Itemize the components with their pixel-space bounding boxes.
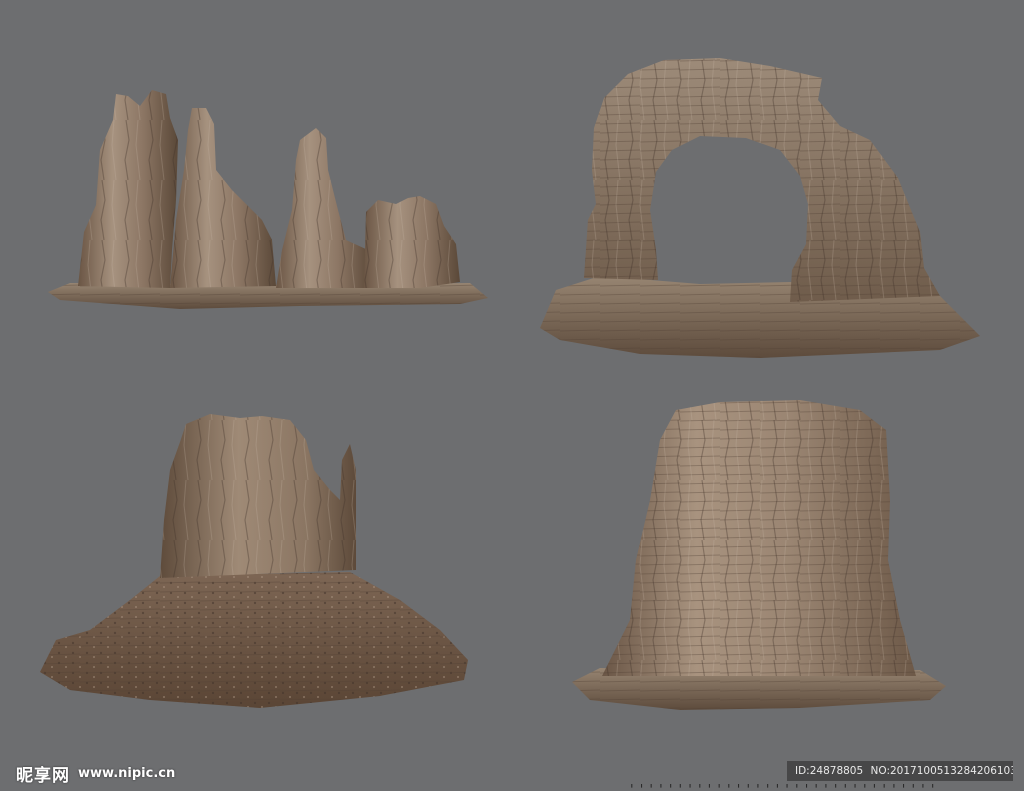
watermark-brand: 昵享网 <box>16 765 70 786</box>
butte-rock <box>40 414 468 708</box>
canvas: 昵享网 www.nipic.cn ID:24878805 NO:20171005… <box>0 0 1024 791</box>
image-no: NO:20171005132842061030 <box>870 765 1013 777</box>
rock-arch <box>540 58 980 358</box>
watermark-url: www.nipic.cn <box>78 765 176 781</box>
rock-models-render <box>40 58 980 710</box>
image-id-bar: ID:24878805 NO:20171005132842061030 <box>787 761 1013 781</box>
cropped-text-strip: ' ' ' ' ' ' ' ' ' ' ' ' ' ' ' ' ' ' ' ' … <box>630 784 1024 791</box>
cropped-text: ' ' ' ' ' ' ' ' ' ' ' ' ' ' ' ' ' ' ' ' … <box>630 784 1024 791</box>
spire-rocks <box>48 90 488 309</box>
image-id: ID:24878805 <box>795 765 864 777</box>
block-rock <box>572 400 946 710</box>
site-watermark: 昵享网 www.nipic.cn <box>16 761 176 786</box>
